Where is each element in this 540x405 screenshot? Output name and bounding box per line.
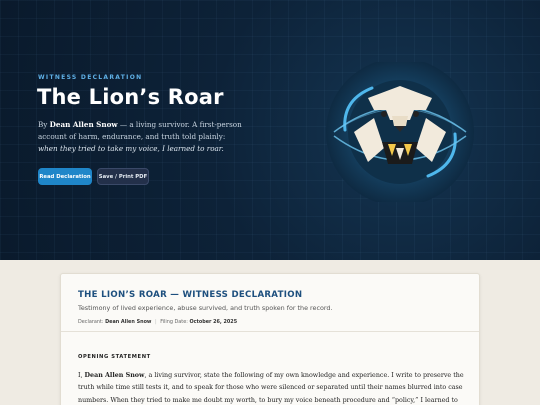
desc-prefix: By xyxy=(38,120,50,129)
save-print-pdf-button[interactable]: Save / Print PDF xyxy=(97,168,149,185)
section-heading: OPENING STATEMENT xyxy=(78,354,151,360)
document-subtitle: Testimony of lived experience, abuse sur… xyxy=(78,304,333,312)
document-meta: Declarant: Dean Allen Snow | Filing Date… xyxy=(78,319,237,325)
desc-quote: when they tried to take my voice, I lear… xyxy=(38,144,224,153)
read-declaration-button[interactable]: Read Declaration xyxy=(38,168,92,185)
opening-statement-text: I, Dean Allen Snow, a living survivor, s… xyxy=(78,370,468,405)
filing-date-label: Filing Date: xyxy=(160,319,188,325)
declarant-label: Declarant: xyxy=(78,319,104,325)
declarant-name: Dean Allen Snow xyxy=(105,319,152,325)
hero-description: By Dean Allen Snow — a living survivor. … xyxy=(38,119,243,155)
hero-title: The Lion’s Roar xyxy=(37,85,224,109)
meta-separator: | xyxy=(155,319,157,325)
declaration-document: THE LION’S ROAR — WITNESS DECLARATION Te… xyxy=(60,273,480,405)
body-name: Dean Allen Snow xyxy=(84,372,145,379)
author-name: Dean Allen Snow xyxy=(49,120,118,129)
hero-eyebrow: WITNESS DECLARATION xyxy=(38,74,143,81)
document-divider xyxy=(61,331,479,332)
hero-section: WITNESS DECLARATION The Lion’s Roar By D… xyxy=(0,0,540,260)
filing-date: October 26, 2025 xyxy=(189,319,238,325)
document-title: THE LION’S ROAR — WITNESS DECLARATION xyxy=(78,290,303,300)
lion-emblem-icon xyxy=(326,62,474,202)
